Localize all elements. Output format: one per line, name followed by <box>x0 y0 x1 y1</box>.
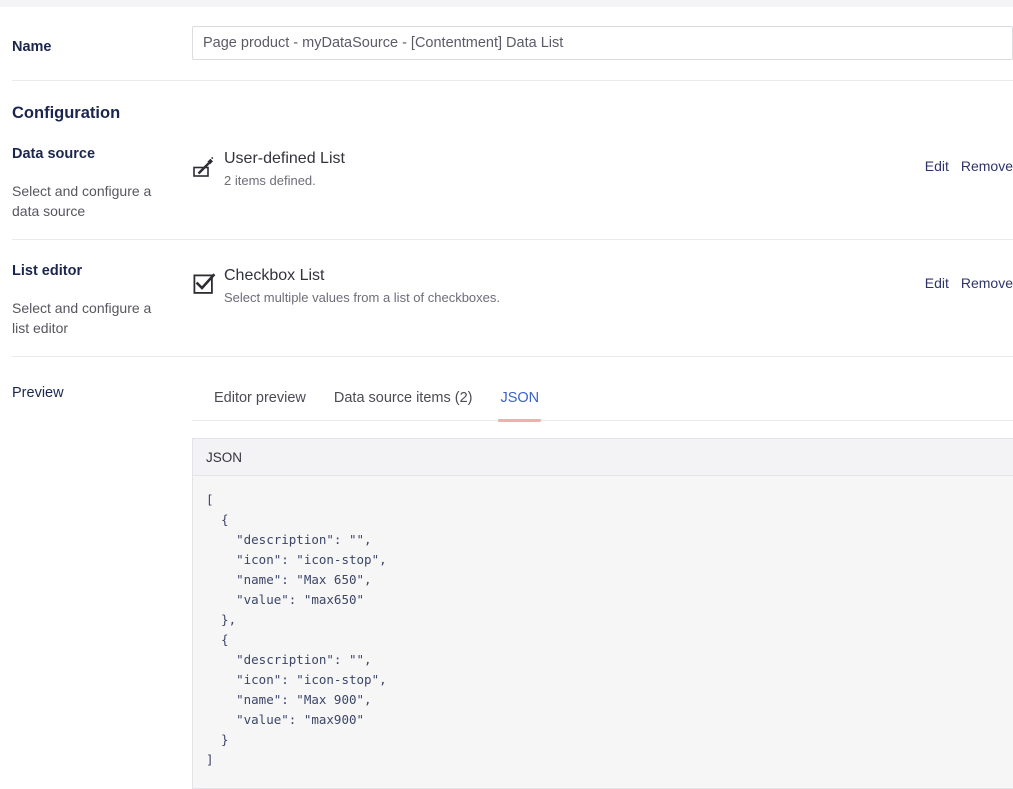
checkbox-checked-icon <box>192 272 216 296</box>
list-editor-remove-link[interactable]: Remove <box>961 275 1013 291</box>
data-source-body: User-defined List 2 items defined. Edit … <box>180 145 1013 190</box>
top-strip <box>0 0 1013 7</box>
name-row: Name <box>0 7 1013 80</box>
list-editor-item: Checkbox List Select multiple values fro… <box>192 262 1013 307</box>
tab-json[interactable]: JSON <box>486 389 553 420</box>
json-panel-header: JSON <box>193 439 1013 476</box>
list-editor-description: Select and configure a list editor <box>12 280 172 338</box>
list-editor-item-left: Checkbox List Select multiple values fro… <box>192 266 500 307</box>
data-source-item-left: User-defined List 2 items defined. <box>192 149 345 190</box>
tab-editor-preview[interactable]: Editor preview <box>200 389 320 420</box>
tab-data-source-items[interactable]: Data source items (2) <box>320 389 487 420</box>
list-editor-actions: Edit Remove <box>925 266 1013 291</box>
data-source-remove-link[interactable]: Remove <box>961 158 1013 174</box>
list-editor-edit-link[interactable]: Edit <box>925 275 949 291</box>
data-source-item-text: User-defined List 2 items defined. <box>224 149 345 190</box>
preview-row: Preview Editor preview Data source items… <box>0 357 1013 789</box>
page-content: Name Configuration Data source Select an… <box>0 7 1013 789</box>
list-editor-body: Checkbox List Select multiple values fro… <box>180 262 1013 307</box>
data-source-label: Data source <box>12 145 180 163</box>
list-editor-label-column: List editor Select and configure a list … <box>0 262 180 338</box>
name-field-column <box>180 26 1013 60</box>
data-source-label-column: Data source Select and configure a data … <box>0 145 180 221</box>
user-defined-list-icon <box>192 155 216 179</box>
data-source-edit-link[interactable]: Edit <box>925 158 949 174</box>
data-source-description: Select and configure a data source <box>12 163 172 221</box>
list-editor-label: List editor <box>12 262 180 280</box>
list-editor-row: List editor Select and configure a list … <box>0 240 1013 356</box>
configuration-heading: Configuration <box>0 81 1013 123</box>
name-input[interactable] <box>192 26 1013 60</box>
preview-tabs: Editor preview Data source items (2) JSO… <box>192 375 1013 421</box>
preview-label: Preview <box>12 375 180 401</box>
data-source-item-title: User-defined List <box>224 149 345 169</box>
data-list-configuration-page: Name Configuration Data source Select an… <box>0 0 1013 778</box>
name-label-column: Name <box>0 26 180 56</box>
name-label: Name <box>12 26 180 56</box>
preview-label-column: Preview <box>0 375 180 401</box>
data-source-actions: Edit Remove <box>925 149 1013 174</box>
json-code-block: [ { "description": "", "icon": "icon-sto… <box>193 476 1013 788</box>
data-source-row: Data source Select and configure a data … <box>0 123 1013 239</box>
list-editor-item-text: Checkbox List Select multiple values fro… <box>224 266 500 307</box>
data-source-item-subtitle: 2 items defined. <box>224 169 345 190</box>
preview-body: Editor preview Data source items (2) JSO… <box>180 375 1013 789</box>
json-panel: JSON [ { "description": "", "icon": "ico… <box>192 438 1013 789</box>
list-editor-item-title: Checkbox List <box>224 266 500 286</box>
list-editor-item-subtitle: Select multiple values from a list of ch… <box>224 286 500 307</box>
data-source-item: User-defined List 2 items defined. Edit … <box>192 145 1013 190</box>
